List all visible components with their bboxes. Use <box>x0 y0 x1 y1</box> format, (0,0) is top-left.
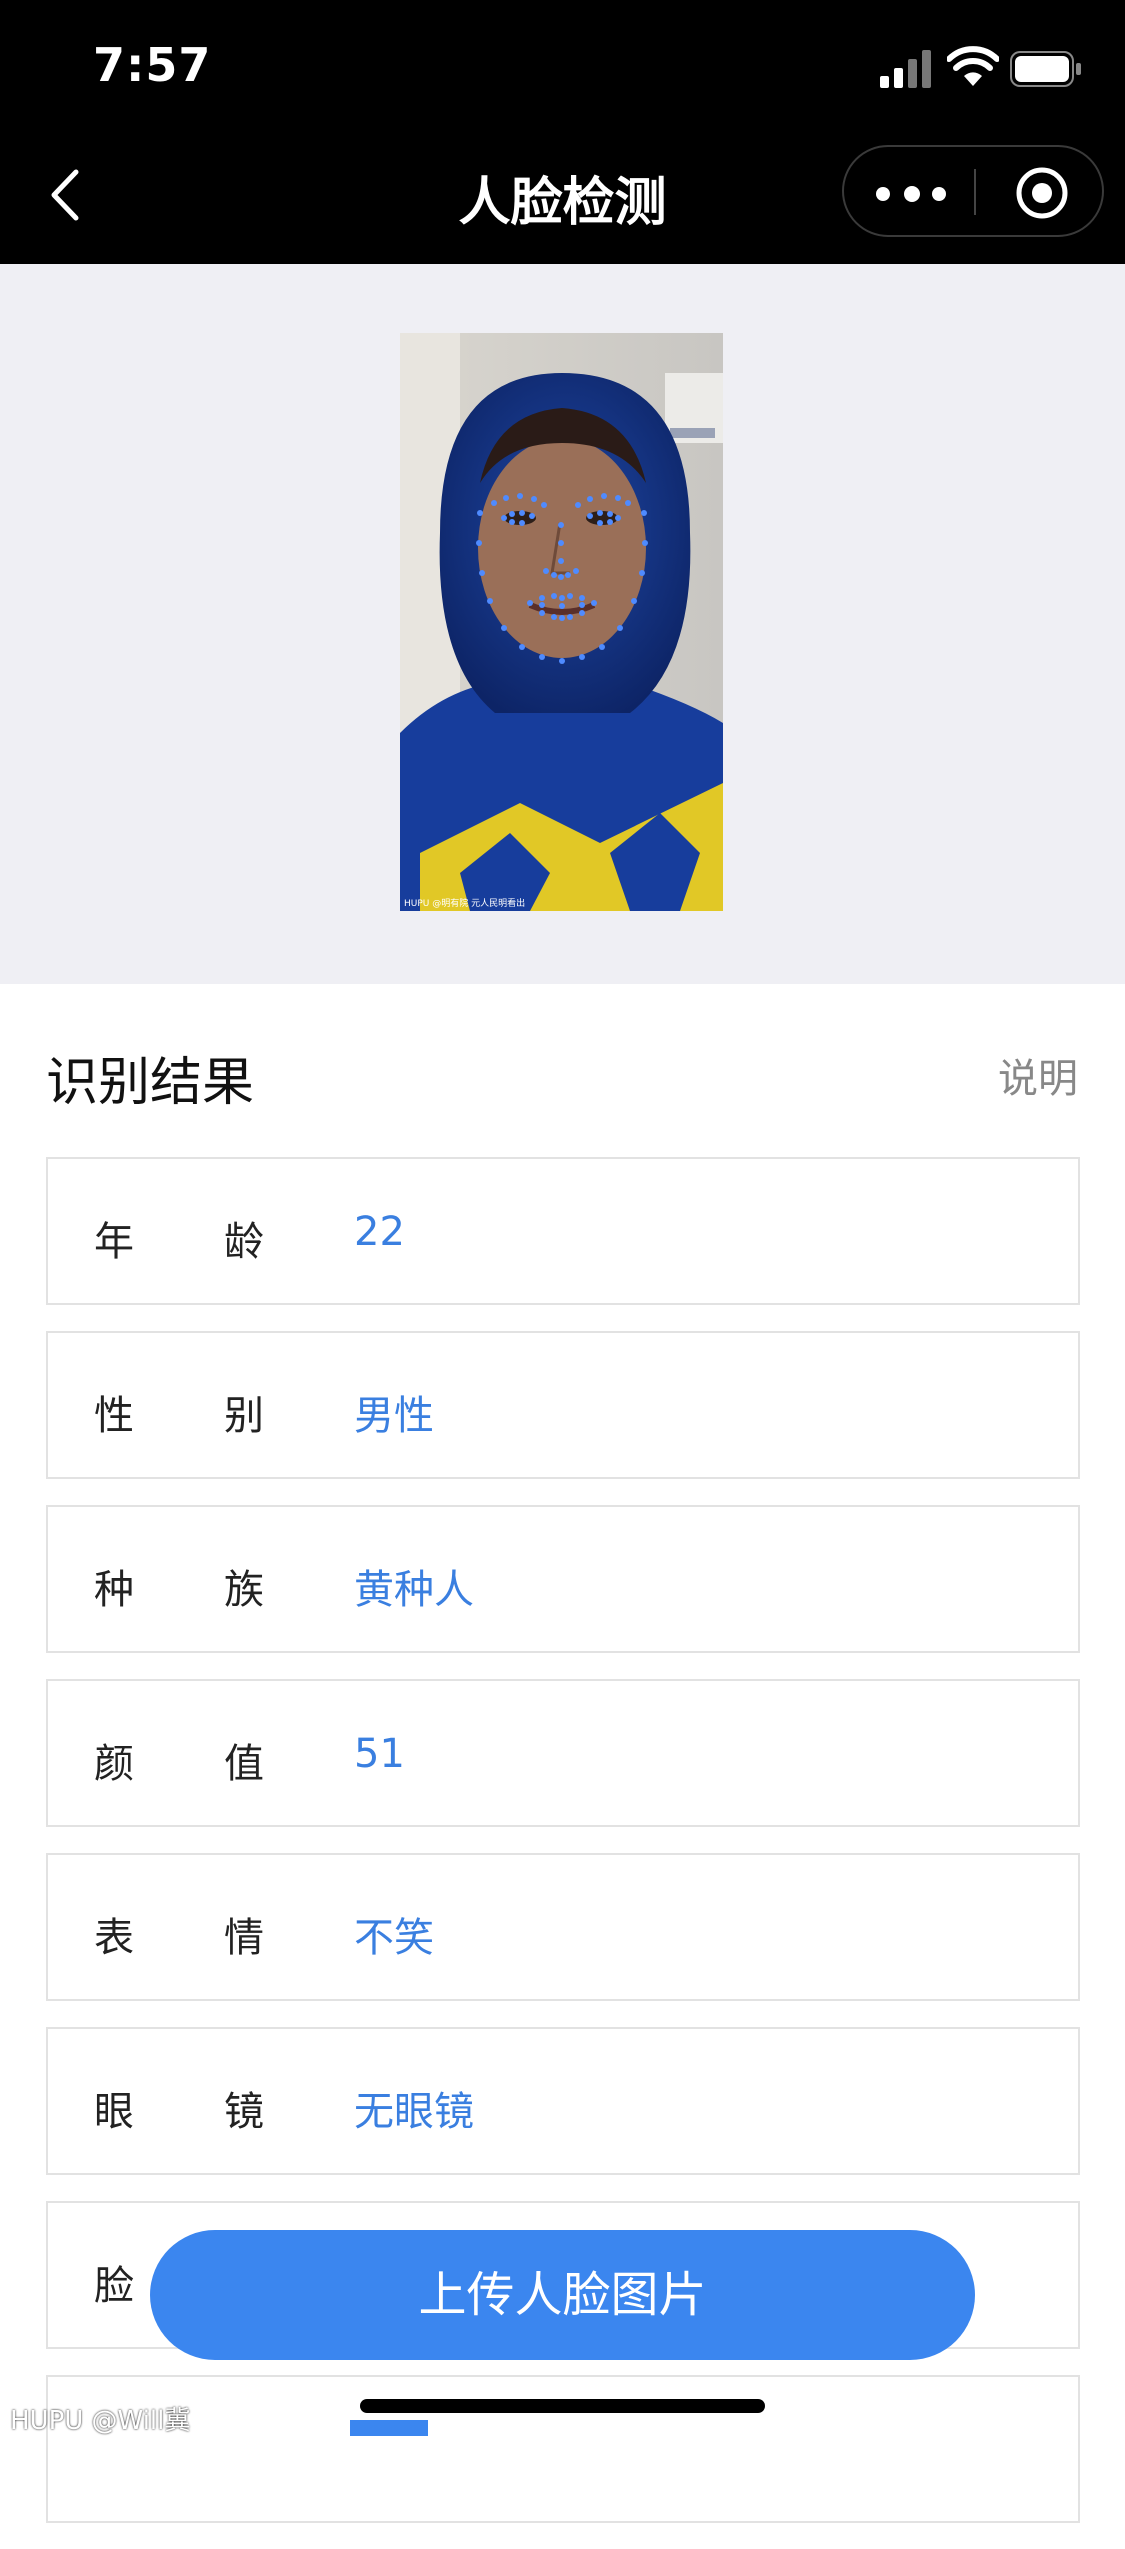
label-char: 颜 <box>94 1741 134 1787</box>
row-label: 表情 <box>94 1905 264 1963</box>
row-value: 不笑 <box>354 1915 434 1961</box>
result-row-glasses: 眼镜 无眼镜 <box>46 2027 1080 2175</box>
result-section-title: 识别结果 <box>46 1053 255 1113</box>
mini-program-capsule <box>842 145 1104 237</box>
dot-icon <box>876 187 890 201</box>
result-row-gender: 性别 男性 <box>46 1331 1080 1479</box>
row-value: 男性 <box>354 1393 434 1439</box>
label-char: 镜 <box>224 2089 264 2135</box>
wifi-icon <box>947 46 999 86</box>
top-bar: 7:57 人脸检测 <box>0 0 1125 264</box>
more-options-button[interactable] <box>864 167 959 217</box>
row-value: 51 <box>354 1731 405 1777</box>
dot-icon <box>904 186 920 202</box>
face-photo-image <box>400 333 723 911</box>
row-value: 无眼镜 <box>354 2089 474 2135</box>
label-char: 情 <box>224 1915 264 1961</box>
result-row-race: 种族 黄种人 <box>46 1505 1080 1653</box>
close-target-icon[interactable] <box>1014 165 1070 221</box>
face-photo: HUPU @明有院 元人民明看出 <box>400 333 723 911</box>
result-row-expression: 表情 不笑 <box>46 1853 1080 2001</box>
label-char: 脸 <box>94 2263 134 2309</box>
explain-link[interactable]: 说明 <box>998 1046 1078 1104</box>
photo-caption: HUPU @明有院 元人民明看出 <box>404 899 526 909</box>
result-row-beauty: 颜值 51 <box>46 1679 1080 1827</box>
cellular-signal-icon <box>880 50 931 88</box>
label-char: 眼 <box>94 2089 134 2135</box>
capsule-divider <box>974 169 976 215</box>
result-row-age: 年龄 22 <box>46 1157 1080 1305</box>
row-label: 种族 <box>94 1557 264 1615</box>
row-value: 22 <box>354 1209 405 1255</box>
row-label: 眼镜 <box>94 2079 264 2137</box>
label-char: 种 <box>94 1567 134 1613</box>
label-char: 表 <box>94 1915 134 1961</box>
battery-icon <box>1010 51 1081 87</box>
label-char: 龄 <box>224 1219 264 1265</box>
label-char: 年 <box>94 1219 134 1265</box>
label-char: 别 <box>224 1393 264 1439</box>
row-label: 颜值 <box>94 1731 264 1789</box>
row-value: 黄种人 <box>354 1567 474 1613</box>
label-char: 族 <box>224 1567 264 1613</box>
label-char: 值 <box>224 1741 264 1787</box>
row-label: 性别 <box>94 1383 264 1441</box>
partial-value-mark <box>350 2420 428 2436</box>
home-indicator <box>360 2399 765 2413</box>
result-row-partial <box>46 2375 1080 2523</box>
watermark: HUPU @Will冀 <box>10 2406 191 2436</box>
row-label: 年龄 <box>94 1209 264 1267</box>
dot-icon <box>932 187 946 201</box>
status-time: 7:57 <box>93 38 212 92</box>
upload-face-photo-button[interactable]: 上传人脸图片 <box>150 2230 975 2360</box>
label-char: 性 <box>94 1393 134 1439</box>
